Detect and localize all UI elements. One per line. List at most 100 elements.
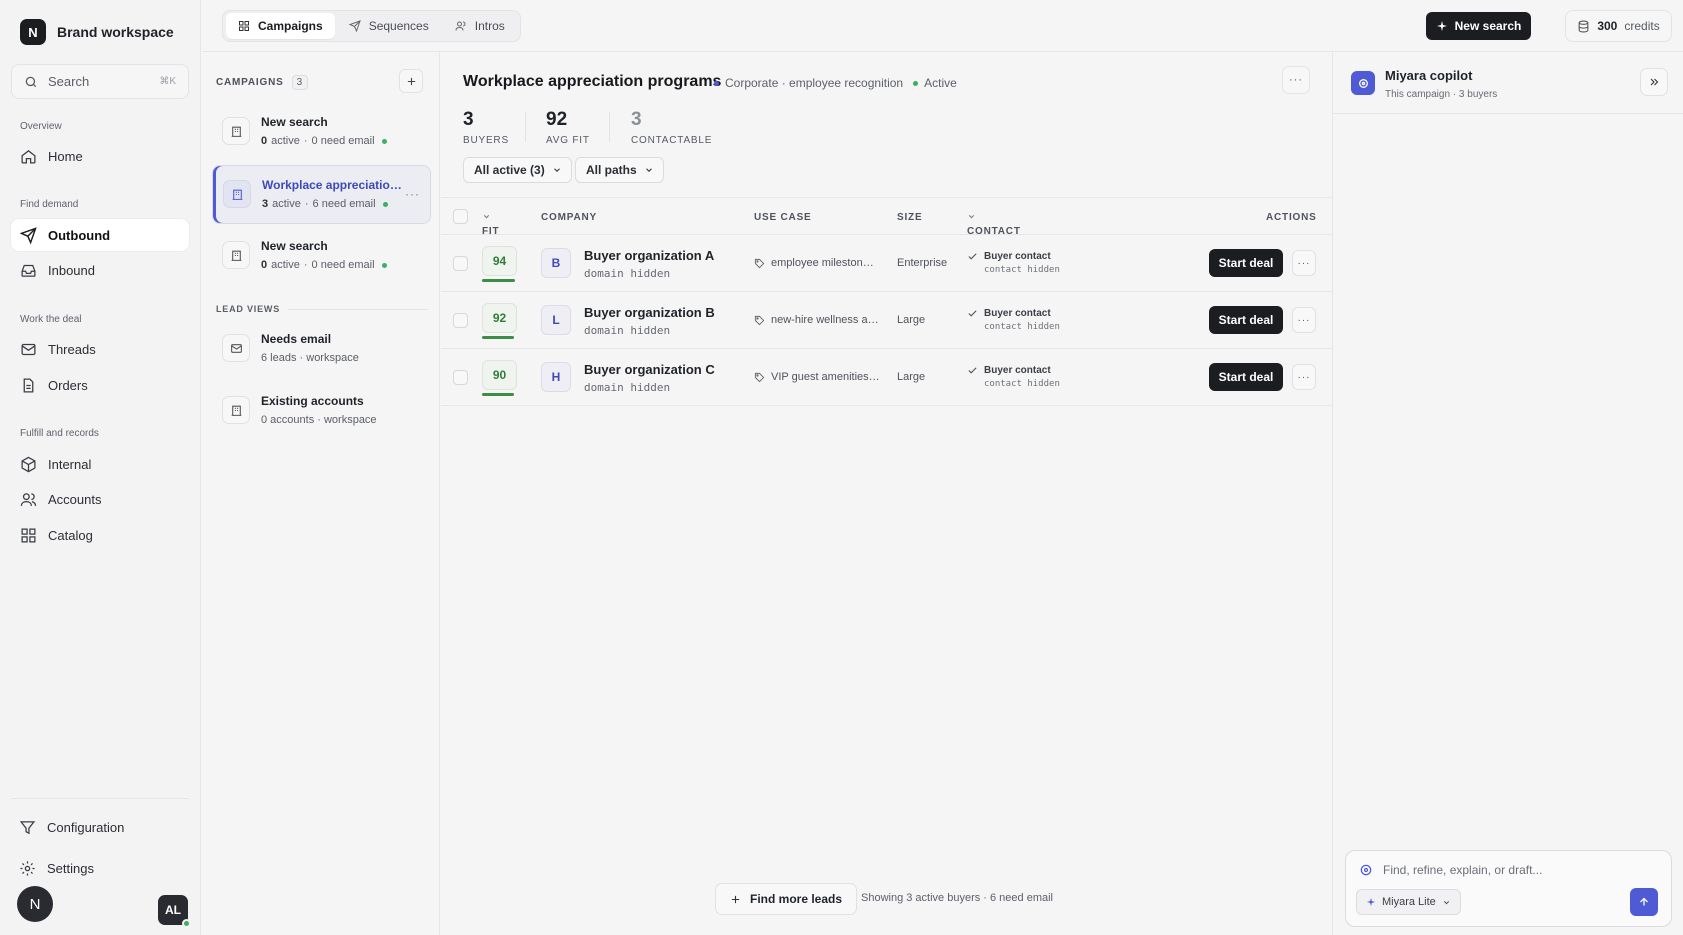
find-more-leads-button[interactable]: Find more leads [715,883,858,915]
copilot-composer[interactable]: Find, refine, explain, or draft... Miyar… [1345,850,1672,927]
sidebar-item-label: Accounts [48,491,102,507]
section-work-the-deal: Work the deal [20,314,82,325]
sidebar-item-label: Threads [48,341,96,357]
sidebar-item-accounts[interactable]: Accounts [11,483,189,515]
arrow-up-icon [1640,897,1648,906]
building-icon [222,117,250,145]
sidebar-item-orders[interactable]: Orders [11,369,189,401]
campaign-item-selected[interactable]: Workplace appreciatio… 3 active · 6 need em… [212,165,431,224]
row-checkbox[interactable] [453,370,468,385]
row-more-button[interactable]: ··· [1292,364,1316,390]
start-deal-button[interactable]: Start deal [1209,363,1283,391]
copilot-input[interactable]: Find, refine, explain, or draft... [1383,863,1542,877]
tab-label: Campaigns [258,19,323,33]
campaign-list-panel: CAMPAIGNS 3 New search 0 active · 0 need em… [202,52,440,935]
company-name[interactable]: Buyer organization C [584,362,715,377]
row-more-button[interactable]: ··· [1292,307,1316,333]
contact-cell: Buyer contact contact hidden [967,365,1060,389]
campaign-item[interactable]: New search 0 active · 0 need email [212,227,431,286]
campaign-category: Corporate · employee recognition [725,76,904,90]
stat-avg-fit: 92 AVG FIT [546,109,590,146]
status-filter-dropdown[interactable]: All active (3) [463,157,572,183]
search-icon [25,76,37,87]
company-name[interactable]: Buyer organization B [584,305,715,320]
company-name[interactable]: Buyer organization A [584,248,714,263]
stat-contactable: 3 CONTACTABLE [631,109,713,146]
select-all-checkbox[interactable] [453,209,468,224]
sidebar-item-threads[interactable]: Threads [11,333,189,365]
check-icon [968,253,977,260]
chevron-down-icon [1443,900,1449,904]
contact-cell: Buyer contact contact hidden [967,308,1060,332]
page-title: Workplace appreciation programs [463,73,722,90]
table-row[interactable]: 94 B Buyer organization A domain hidden … [441,235,1332,292]
sidebar-item-home[interactable]: Home [11,140,189,172]
company-domain: domain hidden [584,267,671,280]
credits-badge[interactable]: 300 credits [1565,10,1672,42]
gear-icon [20,860,35,876]
new-search-button[interactable]: New search [1426,12,1531,40]
sidebar-item-catalog[interactable]: Catalog [11,519,189,551]
add-campaign-button[interactable] [399,69,423,93]
company-domain: domain hidden [584,324,671,337]
contact-detail: contact hidden [984,265,1060,275]
use-case: VIP guest amenities… [754,371,880,383]
workspace-switcher[interactable]: N Brand workspace [20,19,174,45]
chevron-down-icon [645,168,652,173]
tab-label: Intros [474,19,505,33]
more-options-button[interactable]: ··· [1282,66,1310,94]
copilot-input-icon [1360,864,1372,876]
tag-icon [754,315,765,325]
row-more-button[interactable]: ··· [1292,250,1316,276]
search-input[interactable]: Search ⌘K [11,64,189,99]
workspace-name: Brand workspace [57,24,174,40]
workspace-logo: N [20,19,46,45]
campaign-title: Workplace appreciatio… [262,178,402,192]
table-row[interactable]: 90 H Buyer organization C domain hidden … [441,349,1332,406]
tab-sequences[interactable]: Sequences [337,13,441,39]
column-fit[interactable]: FIT [482,212,499,237]
company-avatar: B [541,248,571,278]
sidebar-divider [11,798,189,799]
sidebar-item-internal[interactable]: Internal [11,448,189,480]
sidebar-item-outbound[interactable]: Outbound [11,219,189,251]
lead-view-item[interactable]: Needs email 6 leads · workspace [212,320,431,379]
fit-score-bar [482,336,514,339]
filter-icon [19,820,36,834]
campaign-item[interactable]: New search 0 active · 0 need email [212,103,431,162]
chevron-down-icon [483,215,490,219]
sidebar-item-configuration[interactable]: Configuration [11,811,189,843]
campaign-more-button[interactable]: ··· [405,187,420,201]
table-header: FIT COMPANY USE CASE SIZE CONTACT ACTION… [441,197,1332,237]
row-checkbox[interactable] [453,256,468,271]
start-deal-button[interactable]: Start deal [1209,306,1283,334]
tag-icon [754,258,765,268]
avatar[interactable]: N [17,886,53,922]
collapse-panel-button[interactable] [1640,68,1668,96]
sidebar-item-label: Orders [48,377,88,393]
start-deal-button[interactable]: Start deal [1209,249,1283,277]
model-selector[interactable]: Miyara Lite [1356,889,1461,915]
fit-score-bar [482,279,515,282]
path-filter-dropdown[interactable]: All paths [575,157,664,183]
check-icon [968,367,977,374]
send-button[interactable] [1630,888,1658,916]
inbox-icon [21,264,36,277]
contact-name: Buyer contact [984,308,1051,319]
lead-view-item[interactable]: Existing accounts 0 accounts · workspace [212,382,431,441]
tab-campaigns[interactable]: Campaigns [226,13,335,39]
sidebar-item-inbound[interactable]: Inbound [11,254,189,286]
use-case: new-hire wellness a… [754,314,879,326]
document-icon [23,377,34,393]
user-avatar[interactable]: AL [158,895,191,928]
users-icon [20,492,37,506]
sidebar-item-settings[interactable]: Settings [11,852,189,884]
credits-label: credits [1624,19,1660,33]
row-checkbox[interactable] [453,313,468,328]
tab-intros[interactable]: Intros [443,13,517,39]
section-fulfill-and-records: Fulfill and records [20,428,99,439]
table-row[interactable]: 92 L Buyer organization B domain hidden … [441,292,1332,349]
user-initials: AL [165,903,181,917]
lead-view-meta: 6 leads · workspace [261,352,359,364]
column-contact[interactable]: CONTACT [967,212,1020,237]
